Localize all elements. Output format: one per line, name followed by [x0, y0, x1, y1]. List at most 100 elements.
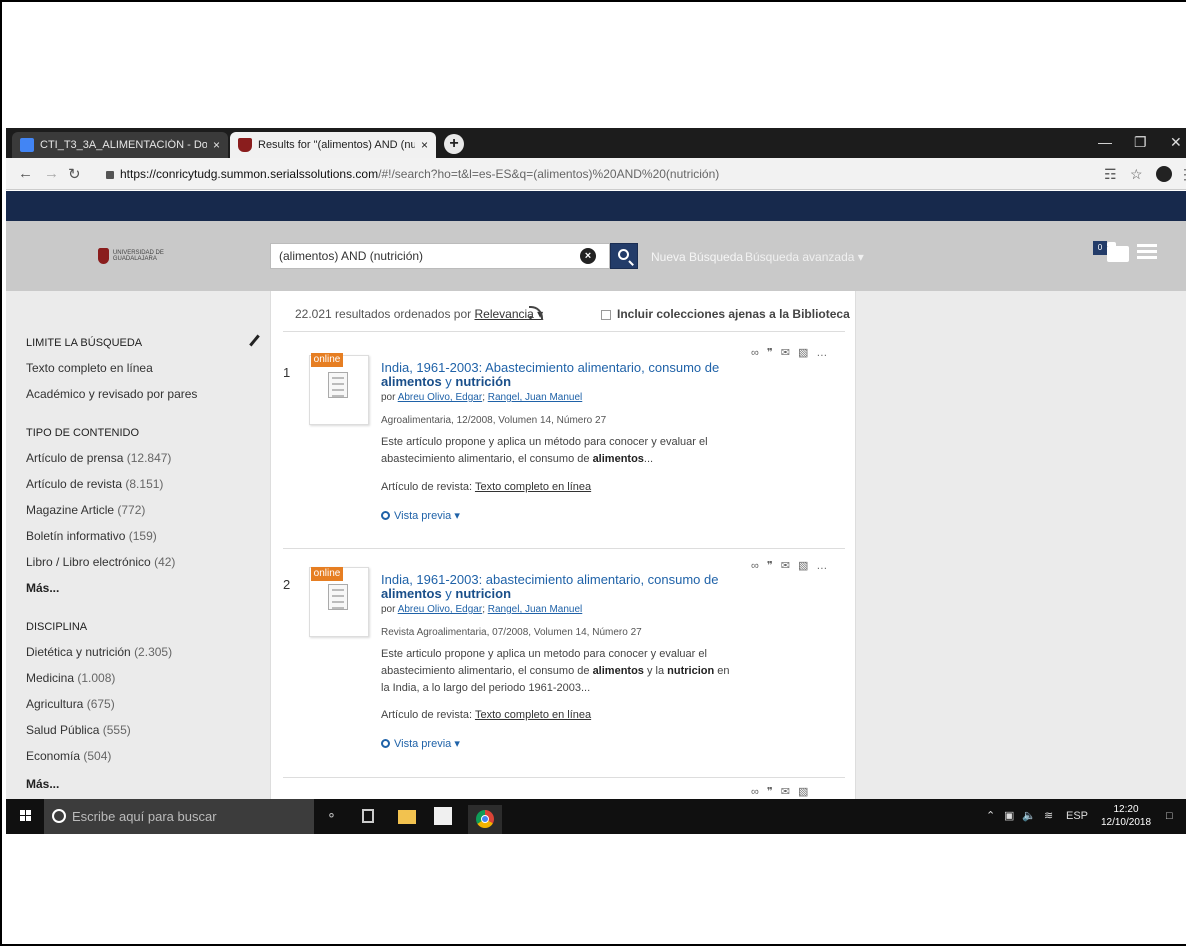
content-type-item[interactable]: Boletín informativo (159)	[26, 529, 157, 543]
search-button[interactable]	[610, 243, 638, 269]
content-type-item[interactable]: Artículo de prensa (12.847)	[26, 451, 171, 465]
search-input[interactable]: (alimentos) AND (nutrición)	[270, 243, 610, 269]
tray-chevron-icon[interactable]: ⌃	[986, 799, 995, 834]
file-explorer-icon[interactable]	[398, 810, 416, 824]
close-icon[interactable]: ×	[421, 138, 428, 152]
folder-count-badge: 0	[1093, 241, 1107, 255]
email-icon[interactable]: ✉	[781, 346, 792, 359]
add-folder-icon[interactable]: ▧	[798, 559, 810, 572]
forward-icon[interactable]: →	[44, 165, 59, 182]
rss-icon[interactable]	[529, 306, 543, 320]
more-disciplines-link[interactable]: Más...	[26, 777, 59, 791]
discipline-item[interactable]: Medicina (1.008)	[26, 671, 115, 685]
filter-peer-reviewed[interactable]: Académico y revisado por pares	[26, 387, 197, 401]
content-type-item[interactable]: Artículo de revista (8.151)	[26, 477, 163, 491]
tab-label: CTI_T3_3A_ALIMENTACIÓN - Doc	[40, 139, 207, 151]
top-banner	[6, 191, 1186, 221]
task-view-icon[interactable]	[362, 809, 374, 823]
tab-strip: CTI_T3_3A_ALIMENTACIÓN - Doc × Results f…	[6, 128, 1186, 158]
result-actions: ∞ ❞ ✉ ▧ …	[751, 559, 835, 572]
chrome-icon[interactable]	[468, 805, 502, 834]
author-link[interactable]: Abreu Olivo, Edgar	[398, 392, 483, 403]
language-indicator[interactable]: ESP	[1066, 799, 1088, 834]
wifi-icon[interactable]: ≋	[1044, 799, 1053, 834]
cite-icon[interactable]: ❞	[767, 785, 775, 798]
pencil-edit-icon[interactable]	[248, 335, 260, 347]
result-title-link[interactable]: India, 1961-2003: abastecimiento aliment…	[381, 573, 737, 601]
author-link[interactable]: Rangel, Juan Manuel	[488, 604, 583, 615]
tab-summon-results[interactable]: Results for "(alimentos) AND (nut ×	[230, 132, 436, 158]
more-content-types-link[interactable]: Más...	[26, 581, 59, 595]
menu-dots-icon[interactable]: ⋮	[1178, 166, 1186, 183]
link-icon[interactable]: ∞	[751, 786, 761, 798]
result-authors: por Abreu Olivo, Edgar; Rangel, Juan Man…	[381, 392, 583, 403]
battery-icon[interactable]: ▣	[1004, 799, 1014, 834]
cite-icon[interactable]: ❞	[767, 346, 775, 359]
screenshot: CTI_T3_3A_ALIMENTACIÓN - Doc × Results f…	[6, 128, 1186, 834]
result-actions: ∞ ❞ ✉ ▧	[751, 785, 816, 798]
results-summary: 22.021 resultados ordenados por Relevanc…	[295, 307, 544, 321]
add-folder-icon[interactable]: ▧	[798, 785, 810, 798]
reload-icon[interactable]: ↻	[68, 165, 81, 183]
microphone-icon[interactable]: ⚬	[326, 807, 344, 825]
docs-icon	[20, 138, 34, 152]
clear-search-icon[interactable]: ×	[580, 248, 596, 264]
add-folder-icon[interactable]: ▧	[798, 346, 810, 359]
link-icon[interactable]: ∞	[751, 560, 761, 572]
result-title-link[interactable]: India, 1961-2003: Abastecimiento aliment…	[381, 361, 737, 389]
full-text-link[interactable]: Texto completo en línea	[475, 481, 591, 493]
more-icon[interactable]: …	[816, 347, 829, 359]
document-icon	[328, 372, 348, 398]
close-window-icon[interactable]: ✕	[1170, 134, 1182, 151]
result-abstract: Este articulo propone y aplica un metodo…	[381, 648, 730, 694]
back-icon[interactable]: ←	[18, 165, 33, 182]
new-search-link[interactable]: Nueva Búsqueda	[651, 250, 743, 264]
search-icon	[618, 249, 629, 260]
discipline-item[interactable]: Economía (504)	[26, 749, 111, 763]
tab-google-docs[interactable]: CTI_T3_3A_ALIMENTACIÓN - Doc ×	[12, 132, 228, 158]
taskbar-search-input[interactable]: Escribe aquí para buscar	[44, 799, 314, 834]
author-link[interactable]: Rangel, Juan Manuel	[488, 392, 583, 403]
content-type-item[interactable]: Libro / Libro electrónico (42)	[26, 555, 175, 569]
limit-heading: LIMITE LA BÚSQUEDA	[26, 337, 143, 349]
cite-icon[interactable]: ❞	[767, 559, 775, 572]
volume-icon[interactable]: 🔈	[1022, 799, 1036, 834]
preview-toggle[interactable]: Vista previa ▾	[381, 737, 460, 750]
address-bar[interactable]: https://conricytudg.summon.serialssoluti…	[106, 163, 1046, 185]
discipline-item[interactable]: Dietética y nutrición (2.305)	[26, 645, 172, 659]
author-link[interactable]: Abreu Olivo, Edgar	[398, 604, 483, 615]
logo-text: UNIVERSIDAD DE GUADALAJARA	[112, 250, 164, 262]
profile-avatar-icon[interactable]	[1156, 166, 1172, 182]
folder-icon[interactable]	[1107, 242, 1129, 262]
more-icon[interactable]: …	[816, 560, 829, 572]
bookmark-star-icon[interactable]: ☆	[1130, 166, 1143, 183]
preview-toggle[interactable]: Vista previa ▾	[381, 509, 460, 522]
email-icon[interactable]: ✉	[781, 559, 792, 572]
new-tab-button[interactable]: +	[444, 134, 464, 154]
windows-taskbar: Escribe aquí para buscar ⚬ ⌃ ▣ 🔈 ≋ ESP 1…	[6, 799, 1186, 834]
translate-icon[interactable]: ☶	[1104, 166, 1117, 183]
email-icon[interactable]: ✉	[781, 785, 792, 798]
right-panel	[857, 291, 1186, 799]
minimize-icon[interactable]: —	[1098, 134, 1112, 150]
taskbar-clock[interactable]: 12:20 12/10/2018	[1096, 803, 1156, 829]
link-icon[interactable]: ∞	[751, 347, 761, 359]
discipline-item[interactable]: Salud Pública (555)	[26, 723, 131, 737]
include-external-checkbox[interactable]	[601, 310, 611, 320]
windows-start-icon[interactable]	[20, 810, 32, 822]
browser-toolbar: ← → ↻ https://conricytudg.summon.serials…	[6, 158, 1186, 190]
notifications-icon[interactable]: □	[1166, 799, 1173, 834]
close-icon[interactable]: ×	[213, 138, 220, 152]
content-type-item[interactable]: Magazine Article (772)	[26, 503, 145, 517]
university-logo[interactable]: UNIVERSIDAD DE GUADALAJARA	[98, 247, 188, 265]
restore-icon[interactable]: ❐	[1134, 134, 1147, 151]
hamburger-menu-icon[interactable]	[1137, 244, 1157, 260]
include-external-label[interactable]: Incluir colecciones ajenas a la Bibliote…	[617, 307, 850, 321]
filter-full-text[interactable]: Texto completo en línea	[26, 361, 153, 375]
store-icon[interactable]	[434, 807, 452, 825]
full-text-link[interactable]: Texto completo en línea	[475, 709, 591, 721]
advanced-search-link[interactable]: Búsqueda avanzada ▾	[745, 250, 864, 264]
content-type-heading: TIPO DE CONTENIDO	[26, 427, 140, 439]
seal-icon	[98, 248, 109, 264]
discipline-item[interactable]: Agricultura (675)	[26, 697, 115, 711]
